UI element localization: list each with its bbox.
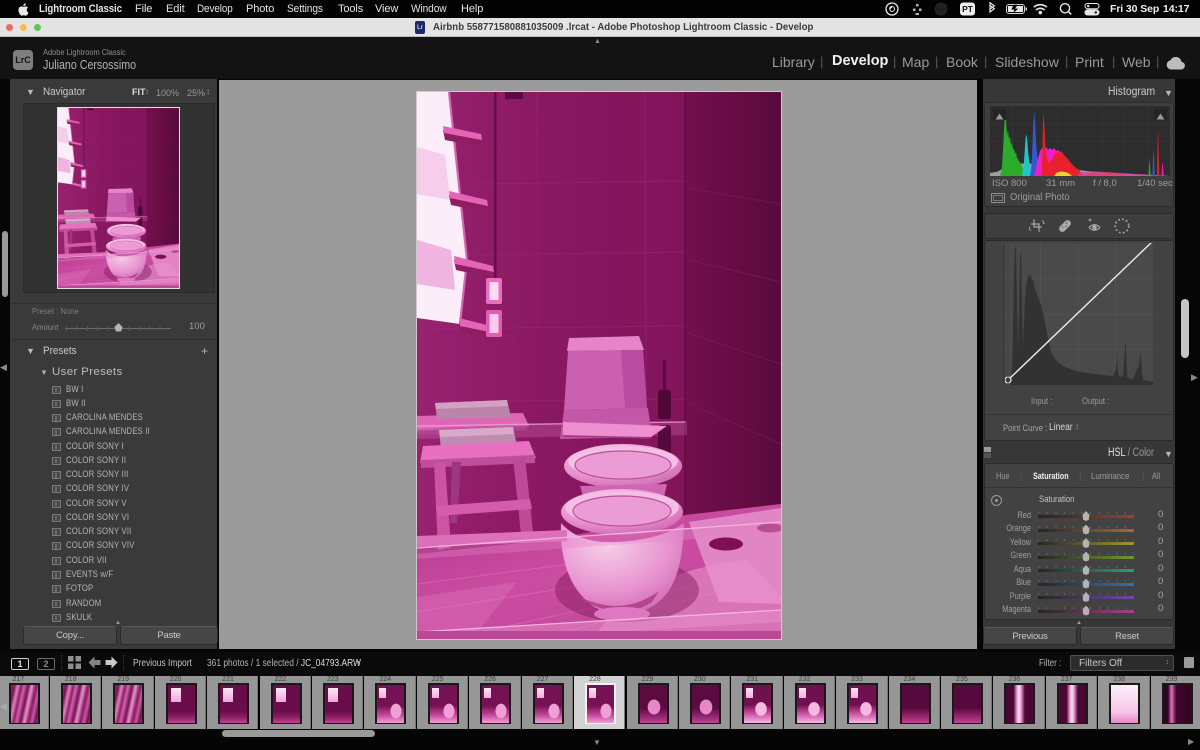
svg-text:PT: PT: [962, 4, 974, 14]
